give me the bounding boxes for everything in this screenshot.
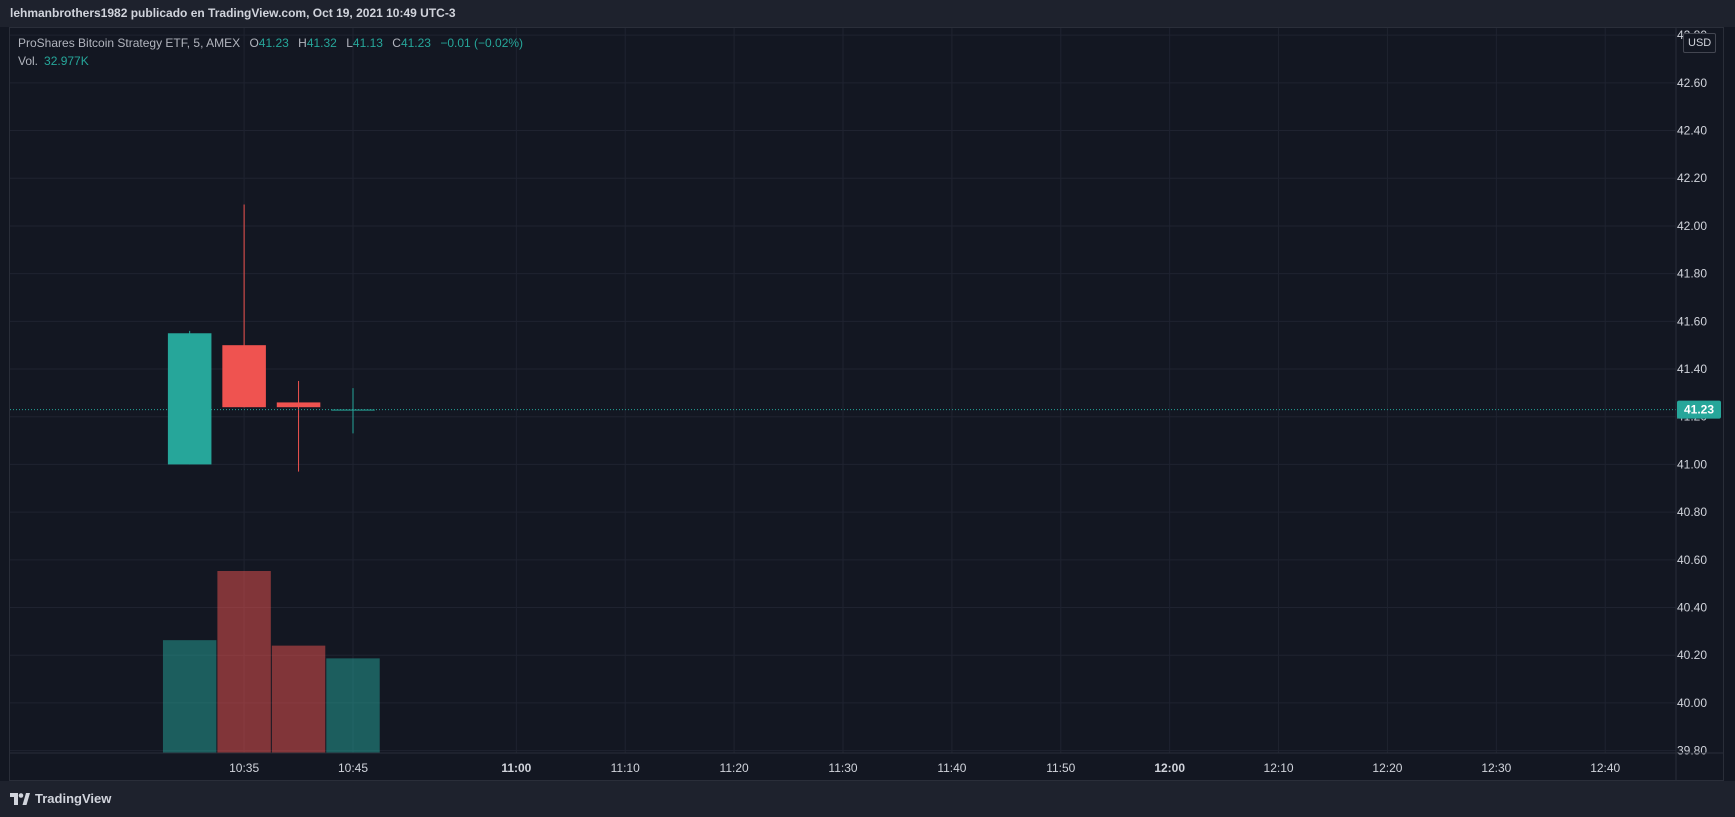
- x-tick-label: 12:40: [1590, 761, 1620, 775]
- x-tick-label: 10:45: [338, 761, 368, 775]
- x-tick-label: 11:40: [937, 761, 966, 775]
- low-label: L: [346, 36, 353, 50]
- time-axis[interactable]: 10:35 10:45 11:00 11:10 11:20 11:30 11:40 11:50…: [10, 752, 1724, 775]
- open-value: 41.23: [258, 36, 289, 50]
- x-tick-label: 12:10: [1264, 761, 1294, 775]
- x-tick-label: 12:30: [1481, 761, 1511, 775]
- volume-row: Vol. 32.977K: [18, 52, 523, 70]
- y-tick-label: 41.60: [1677, 314, 1707, 328]
- open-label: O: [249, 36, 259, 50]
- close-label: C: [392, 36, 401, 50]
- candlesticks: [167, 204, 375, 472]
- change-value: −0.01 (−0.02%): [440, 36, 524, 50]
- symbol-title[interactable]: ProShares Bitcoin Strategy ETF, 5, AMEX: [18, 36, 240, 50]
- volume-bar: [217, 571, 271, 753]
- y-tick-label: 42.00: [1677, 219, 1707, 233]
- volume-bar: [326, 658, 380, 753]
- y-tick-label: 40.40: [1677, 601, 1707, 615]
- volume-label[interactable]: Vol.: [18, 54, 38, 68]
- candle-body: [167, 333, 212, 465]
- currency-button[interactable]: USD: [1683, 33, 1717, 53]
- high-value: 41.32: [306, 36, 337, 50]
- price-chart[interactable]: 42.8042.6042.4042.2042.0041.8041.6041.40…: [0, 0, 1735, 817]
- footer-brand[interactable]: TradingView: [35, 781, 111, 817]
- ohlc-row: ProShares Bitcoin Strategy ETF, 5, AMEX …: [18, 34, 523, 52]
- chart-legend: ProShares Bitcoin Strategy ETF, 5, AMEX …: [18, 34, 523, 70]
- x-tick-label: 12:00: [1154, 761, 1185, 775]
- high-label: H: [298, 36, 307, 50]
- y-tick-label: 40.00: [1677, 696, 1707, 710]
- footer-bar: TradingView: [0, 781, 1735, 817]
- y-tick-label: 41.00: [1677, 457, 1707, 471]
- x-tick-label: 10:35: [229, 761, 259, 775]
- y-tick-label: 42.40: [1677, 124, 1707, 138]
- price-axis[interactable]: 42.8042.6042.4042.2042.0041.8041.6041.40…: [1675, 28, 1721, 780]
- y-tick-label: 41.80: [1677, 267, 1707, 281]
- volume-bar: [271, 645, 326, 753]
- tradingview-logo-icon[interactable]: [10, 793, 30, 805]
- x-tick-label: 11:30: [828, 761, 857, 775]
- last-price-label: 41.23: [1684, 403, 1714, 417]
- y-tick-label: 40.20: [1677, 648, 1707, 662]
- y-tick-label: 42.20: [1677, 171, 1707, 185]
- y-tick-label: 40.60: [1677, 553, 1707, 567]
- volume-bar: [162, 640, 217, 753]
- x-tick-label: 12:20: [1372, 761, 1402, 775]
- y-tick-label: 41.40: [1677, 362, 1707, 376]
- x-tick-label: 11:20: [720, 761, 749, 775]
- x-tick-label: 11:10: [611, 761, 640, 775]
- close-value: 41.23: [400, 36, 431, 50]
- volume-bars: [162, 571, 380, 753]
- y-tick-label: 40.80: [1677, 505, 1707, 519]
- volume-value: 32.977K: [44, 54, 89, 68]
- low-value: 41.13: [352, 36, 383, 50]
- x-tick-label: 11:50: [1046, 761, 1075, 775]
- x-tick-label: 11:00: [501, 761, 531, 775]
- candle-body: [276, 402, 321, 408]
- y-tick-label: 39.80: [1677, 744, 1707, 758]
- candle-body: [222, 345, 266, 408]
- y-tick-label: 42.60: [1677, 76, 1707, 90]
